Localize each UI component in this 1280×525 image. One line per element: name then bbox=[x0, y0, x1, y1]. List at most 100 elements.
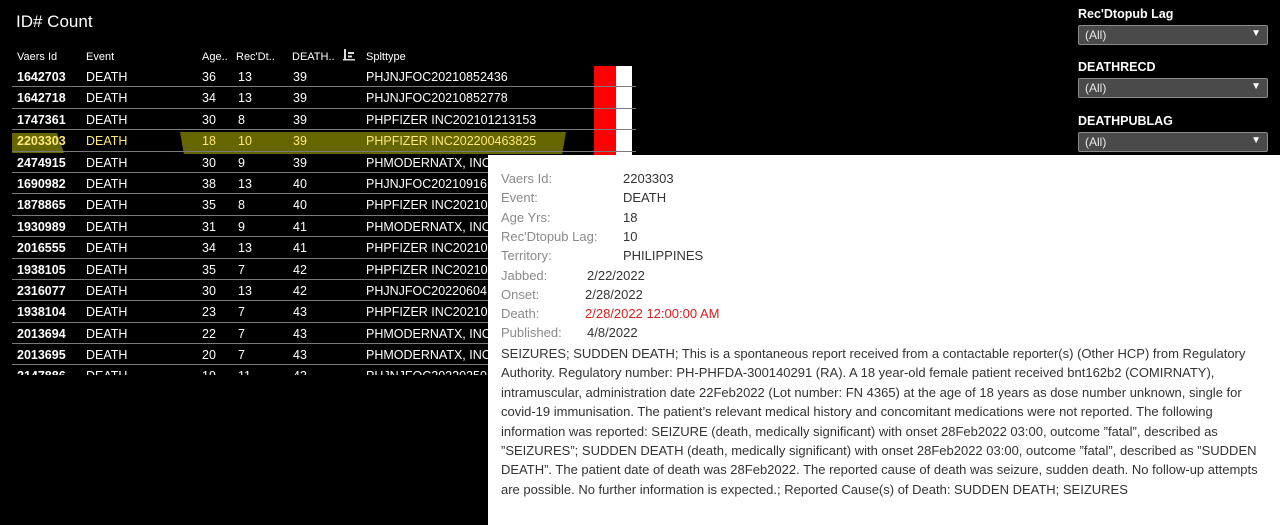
tooltip-field-value: 2203303 bbox=[623, 171, 674, 186]
cell-event: DEATH bbox=[86, 283, 128, 298]
tooltip-field-value: 2/28/2022 bbox=[585, 286, 643, 302]
tooltip-field: Event: DEATH bbox=[501, 190, 666, 206]
cell-splttype: PHMODERNATX, INC bbox=[366, 348, 491, 363]
cell-death: 41 bbox=[293, 219, 307, 234]
cell-death: 39 bbox=[293, 155, 307, 170]
cell-rec-dt: 11 bbox=[238, 369, 251, 375]
count-bar[interactable] bbox=[594, 66, 616, 87]
cell-splttype: PHPFIZER INC20210 bbox=[366, 198, 488, 213]
cell-death: 39 bbox=[293, 70, 307, 84]
tooltip-field-value: 2/22/2022 bbox=[587, 267, 645, 283]
tooltip-field-value: DEATH bbox=[623, 190, 667, 206]
cell-death: 39 bbox=[293, 91, 307, 106]
cell-age: 31 bbox=[202, 219, 216, 234]
header-event[interactable]: Event bbox=[86, 51, 114, 63]
cell-age: 34 bbox=[202, 241, 216, 256]
tooltip-field-key: Age Yrs: bbox=[501, 209, 551, 225]
cell-event: DEATH bbox=[86, 305, 128, 320]
cell-death: 41 bbox=[293, 241, 307, 256]
chevron-down-icon[interactable]: ▼ bbox=[1251, 81, 1261, 92]
cell-vaers-id: 2013694 bbox=[17, 326, 66, 341]
filter-rec-dtopub-lag: Rec'Dtopub Lag (All) ▼ bbox=[1078, 7, 1268, 45]
cell-event: DEATH bbox=[86, 348, 128, 363]
header-death[interactable]: DEATH.. bbox=[292, 51, 335, 63]
filter-value: (All) bbox=[1085, 28, 1107, 42]
cell-age: 30 bbox=[202, 155, 216, 170]
tooltip-field-value: 18 bbox=[623, 209, 638, 225]
cell-splttype: PHPFIZER INC20210 bbox=[366, 262, 488, 277]
cell-event: DEATH bbox=[86, 262, 128, 277]
tooltip-field-value: 4/8/2022 bbox=[587, 325, 638, 341]
cell-splttype: PHPFIZER INC20210 bbox=[366, 241, 488, 256]
cell-death: 39 bbox=[293, 112, 307, 127]
cell-death: 42 bbox=[293, 262, 307, 277]
count-bar-bg bbox=[616, 130, 632, 151]
count-bar-bg bbox=[616, 87, 632, 108]
cell-vaers-id: 1690982 bbox=[17, 176, 66, 191]
count-bar[interactable] bbox=[594, 130, 616, 151]
header-splttype[interactable]: Splttype bbox=[366, 51, 406, 63]
tooltip-field: Territory: PHILIPPINES bbox=[501, 248, 703, 264]
cell-splttype: PHPFIZER INC202200463825 bbox=[366, 134, 537, 149]
cell-vaers-id: 2316077 bbox=[17, 283, 66, 298]
cell-rec-dt: 13 bbox=[238, 176, 252, 191]
tooltip-field: Death: 2/28/2022 12:00:00 AM bbox=[501, 306, 719, 321]
tooltip-description: SEIZURES; SUDDEN DEATH; This is a sponta… bbox=[501, 346, 1258, 497]
filter-select[interactable]: (All) ▼ bbox=[1078, 25, 1268, 45]
table-row[interactable]: 2203303 DEATH 18 10 39 PHPFIZER INC2022004638… bbox=[12, 130, 636, 152]
filter-select[interactable]: (All) ▼ bbox=[1078, 132, 1268, 152]
filter-value: (All) bbox=[1085, 135, 1107, 149]
sort-icon[interactable] bbox=[343, 49, 357, 61]
header-vaers-id[interactable]: Vaers Id bbox=[17, 51, 57, 63]
cell-splttype: PHMODERNATX, INC bbox=[366, 155, 491, 170]
cell-rec-dt: 7 bbox=[238, 262, 245, 277]
sheet-title: ID# Count bbox=[16, 12, 93, 31]
cell-splttype: PHJNJFOC20210916 bbox=[366, 176, 487, 191]
cell-splttype: PHMODERNATX, INC bbox=[366, 326, 491, 341]
chevron-down-icon[interactable]: ▼ bbox=[1251, 135, 1261, 146]
tooltip-field-value: 10 bbox=[623, 228, 638, 244]
tooltip-field: Onset: 2/28/2022 bbox=[501, 286, 643, 302]
cell-age: 22 bbox=[202, 326, 216, 341]
cell-splttype: PHPFIZER INC202101213153 bbox=[366, 112, 537, 127]
cell-rec-dt: 9 bbox=[238, 155, 245, 170]
cell-vaers-id: 1747361 bbox=[17, 112, 66, 127]
cell-age: 38 bbox=[202, 176, 216, 191]
header-rec-dt[interactable]: Rec'Dt.. bbox=[236, 51, 275, 63]
cell-rec-dt: 8 bbox=[238, 198, 245, 213]
cell-vaers-id: 2203303 bbox=[17, 134, 66, 149]
cell-vaers-id: 2013695 bbox=[17, 348, 66, 363]
tooltip-field: Jabbed: 2/22/2022 bbox=[501, 268, 645, 283]
cell-rec-dt: 7 bbox=[238, 348, 245, 363]
filter-label: DEATHPUBLAG bbox=[1078, 114, 1173, 128]
cell-death: 40 bbox=[293, 176, 307, 191]
table-row[interactable]: 1747361 DEATH 30 8 39 PHPFIZER INC20210121315… bbox=[12, 108, 636, 131]
cell-event: DEATH bbox=[86, 134, 128, 149]
tooltip-field-key: Event: bbox=[501, 190, 538, 206]
cell-rec-dt: 7 bbox=[238, 326, 245, 341]
filter-value: (All) bbox=[1085, 81, 1107, 95]
count-bar[interactable] bbox=[594, 108, 616, 130]
filter-select[interactable]: (All) ▼ bbox=[1078, 78, 1268, 98]
tooltip-field-value: 2/28/2022 12:00:00 AM bbox=[585, 306, 720, 322]
tooltip-field-key: Onset: bbox=[501, 286, 540, 302]
cell-rec-dt: 9 bbox=[238, 219, 245, 234]
cell-splttype: PHJNJFOC20210852436 bbox=[366, 70, 508, 84]
cell-rec-dt: 10 bbox=[238, 134, 252, 149]
cell-age: 30 bbox=[202, 112, 216, 127]
filter-deathrecd: DEATHRECD (All) ▼ bbox=[1078, 60, 1268, 98]
table-row[interactable]: 1642703 DEATH 36 13 39 PHJNJFOC20210852436 bbox=[12, 66, 636, 88]
tooltip-field-key: Territory: bbox=[501, 248, 552, 264]
chevron-down-icon[interactable]: ▼ bbox=[1251, 28, 1261, 39]
tooltip-field-key: Published: bbox=[501, 325, 562, 341]
count-bar[interactable] bbox=[594, 87, 616, 108]
header-age[interactable]: Age.. bbox=[202, 51, 228, 63]
cell-event: DEATH bbox=[86, 91, 128, 106]
cell-event: DEATH bbox=[86, 241, 128, 256]
cell-age: 23 bbox=[202, 305, 216, 320]
cell-vaers-id: 1938105 bbox=[17, 262, 66, 277]
cell-vaers-id: 2016555 bbox=[17, 241, 66, 256]
cell-age: 19 bbox=[202, 369, 216, 375]
table-row[interactable]: 1642718 DEATH 34 13 39 PHJNJFOC20210852778 bbox=[12, 87, 636, 109]
tooltip-field: Published: 4/8/2022 bbox=[501, 325, 638, 341]
